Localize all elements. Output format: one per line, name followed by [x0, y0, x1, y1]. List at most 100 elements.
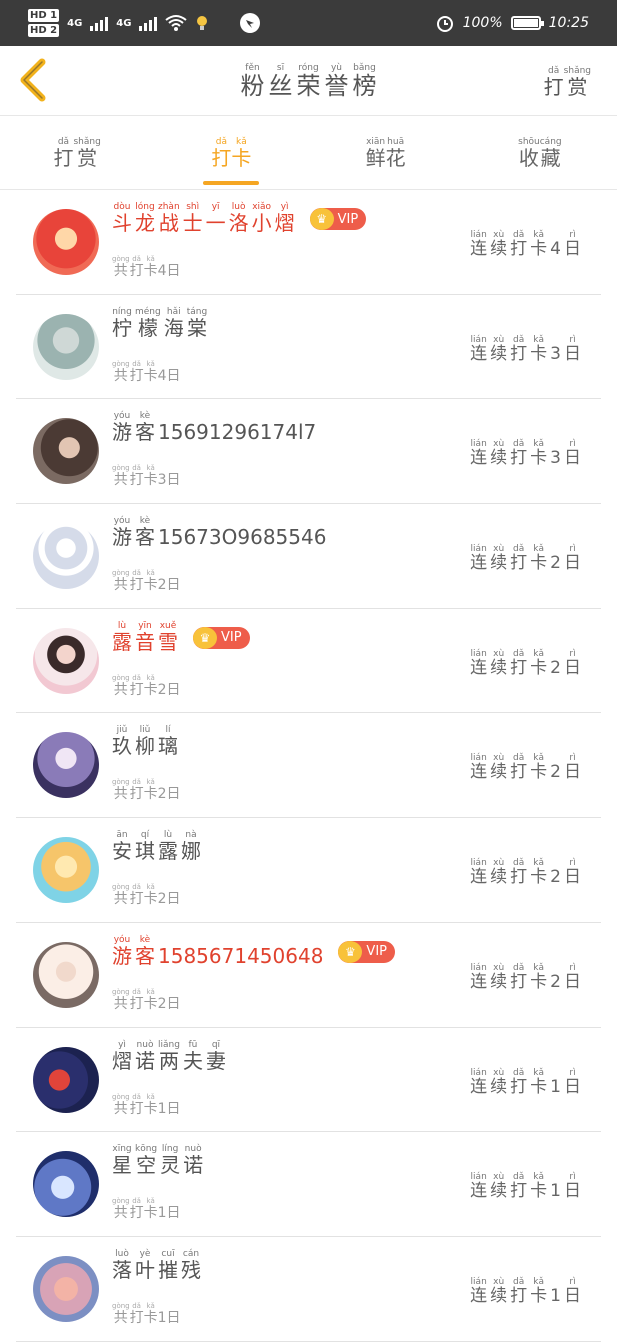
list-item[interactable]: yì 熠 nuò 诺 liǎng 两 fū 夫 qī 妻 gòng 共 dǎ 打 kǎ 卡 1 日 lián 连 x… — [16, 1028, 601, 1133]
user-name: níng 柠 méng 檬 hǎi 海 táng 棠 — [112, 307, 210, 339]
streak-label-char-char: 卡 — [530, 553, 548, 574]
streak-label-char: dǎ 打 — [510, 230, 527, 259]
total-label-char: gòng 共 — [112, 882, 130, 907]
name-char: qī 妻 — [206, 1040, 226, 1072]
total-checkin-count: gòng 共 dǎ 打 kǎ 卡 1 日 — [112, 1293, 181, 1326]
title-char: sī 丝 — [269, 63, 293, 99]
streak-label-char-char: 打 — [510, 971, 528, 992]
streak-label-char: dǎ 打 — [510, 963, 527, 992]
streak-label-char: dǎ 打 — [510, 1068, 527, 1097]
streak-label-char-char: 卡 — [530, 1181, 548, 1202]
list-item[interactable]: jiǔ 玖 liǔ 柳 lí 璃 gòng 共 dǎ 打 kǎ 卡 2 日 lián 连 xù 续 dǎ 打 kǎ 卡… — [16, 713, 601, 819]
avatar[interactable] — [33, 418, 99, 485]
list-item[interactable]: yóu 游 kè 客 15673O9685546 gòng 共 dǎ 打 kǎ 卡 2 日 lián… — [16, 504, 601, 609]
streak-label-char-char: 卡 — [530, 343, 548, 364]
list-item[interactable]: luò 落 yè 叶 cuī 摧 cán 残 gòng 共 dǎ 打 kǎ 卡 1 日 lián 连 xù 续 dǎ… — [16, 1237, 601, 1342]
streak-label-char: lián 连 — [470, 1068, 487, 1097]
avatar[interactable] — [33, 837, 99, 904]
total-label-char: gòng 共 — [112, 359, 130, 384]
streak-label-char: dǎ 打 — [510, 649, 527, 678]
name-char: yóu 游 — [112, 935, 132, 967]
avatar[interactable] — [33, 1255, 99, 1322]
streak-label-char: lián 连 — [470, 1172, 487, 1201]
name-char-char: 柳 — [135, 734, 155, 759]
avatar[interactable] — [33, 1151, 99, 1218]
streak-label-char-char: 续 — [490, 553, 508, 574]
bulb-icon — [197, 16, 208, 30]
name-char-char: 柠 — [112, 315, 132, 340]
avatar[interactable] — [33, 523, 99, 590]
total-days-value: 2 — [157, 995, 167, 1012]
streak-suffix: rì 日 — [564, 230, 581, 259]
total-checkin-count: gòng 共 dǎ 打 kǎ 卡 2 日 — [112, 665, 181, 698]
total-label-char-char: 共 — [113, 1309, 128, 1326]
list-item[interactable]: yóu 游 kè 客 1585671450648 ♛ VIP gòng 共 dǎ 打 kǎ 卡 2 日… — [16, 923, 601, 1028]
streak-checkin: lián 连 xù 续 dǎ 打 kǎ 卡 2 rì 日 — [467, 745, 581, 782]
streak-label-char-char: 连 — [470, 762, 488, 783]
tab-char-char: 鲜 — [365, 145, 386, 170]
streak-label-char: lián 连 — [470, 858, 487, 887]
streak-label-char: lián 连 — [470, 649, 487, 678]
total-label-char: kǎ 卡 — [144, 1301, 158, 1326]
list-item[interactable]: ān 安 qí 琪 lù 露 nà 娜 gòng 共 dǎ 打 kǎ 卡 2 日 lián 连 xù 续 dǎ 打 kǎ… — [16, 818, 601, 923]
tab-label: dǎ 打 kǎ 卡 — [211, 137, 251, 169]
streak-label-char: xù 续 — [490, 1277, 507, 1306]
signal1-bars-icon — [90, 15, 109, 31]
total-checkin-count: gòng 共 dǎ 打 kǎ 卡 3 日 — [112, 455, 181, 488]
streak-suffix: rì 日 — [564, 1068, 581, 1097]
streak-label-char-char: 打 — [510, 1181, 528, 1202]
name-char: líng 灵 — [160, 1144, 180, 1176]
list-item[interactable]: níng 柠 méng 檬 hǎi 海 táng 棠 gòng 共 dǎ 打 kǎ 卡 4 日 lián 连 x… — [16, 295, 601, 400]
streak-label-char-char: 打 — [510, 1285, 528, 1306]
total-label-char-char: 打 — [129, 891, 144, 908]
tab-checkin[interactable]: dǎ 打 kǎ 卡 — [154, 116, 308, 189]
total-label-char: gòng 共 — [112, 673, 130, 698]
reward-header-button[interactable]: dǎ 打 shǎng 赏 — [544, 58, 591, 98]
name-char-char: 摧 — [158, 1257, 178, 1282]
total-label-char: gòng 共 — [112, 777, 130, 802]
hd-indicators: HD 1 HD 2 — [28, 8, 60, 38]
name-char-char: 灵 — [160, 1153, 181, 1178]
name-char: kōng 空 — [135, 1144, 157, 1176]
total-label-char: gòng 共 — [112, 987, 130, 1012]
total-label-char-char: 卡 — [143, 367, 158, 384]
list-item[interactable]: xīng 星 kōng 空 líng 灵 nuò 诺 gòng 共 dǎ 打 kǎ 卡 1 日 lián 连 x… — [16, 1132, 601, 1237]
total-label-char: gòng 共 — [112, 254, 130, 279]
streak-label-char-char: 续 — [490, 448, 508, 469]
streak-label-char-char: 连 — [470, 867, 488, 888]
crown-icon: ♛ — [193, 626, 217, 649]
tab-favorites[interactable]: shōu 收 cáng 藏 — [463, 116, 617, 189]
tab-char-char: 藏 — [540, 145, 561, 170]
streak-suffix-char: 日 — [564, 1285, 581, 1306]
streak-days-value: 3 — [550, 448, 561, 469]
avatar[interactable] — [33, 732, 99, 799]
tab-flowers[interactable]: xiān 鲜 huā 花 — [309, 116, 463, 189]
battery-icon — [510, 16, 544, 30]
total-label-char: kǎ 卡 — [144, 673, 158, 698]
total-days-value: 2 — [157, 577, 167, 594]
avatar[interactable] — [33, 941, 99, 1008]
streak-label-char: dǎ 打 — [510, 335, 527, 364]
name-char: kè 客 — [135, 516, 155, 548]
streak-label-char-char: 连 — [470, 1285, 488, 1306]
avatar[interactable] — [33, 313, 99, 380]
tab-reward[interactable]: dǎ 打 shǎng 赏 — [0, 116, 154, 189]
total-label-char: gòng 共 — [112, 1196, 130, 1221]
name-char-char: 洛 — [228, 211, 249, 235]
avatar[interactable] — [33, 1046, 99, 1113]
streak-label-char: dǎ 打 — [510, 1277, 527, 1306]
avatar[interactable] — [33, 627, 99, 694]
list-item[interactable]: yóu 游 kè 客 15691296174l7 gòng 共 dǎ 打 kǎ 卡 3 日 lián… — [16, 399, 601, 505]
reward-char-char: 赏 — [567, 75, 588, 99]
list-item[interactable]: lù 露 yīn 音 xuě 雪 ♛ VIP gòng 共 dǎ 打 kǎ 卡 2 日 lián 连 xù 续 dǎ… — [16, 609, 601, 714]
streak-label-char-char: 打 — [510, 657, 528, 678]
name-char-char: 诺 — [183, 1153, 204, 1178]
total-label-char-char: 卡 — [143, 995, 158, 1012]
avatar[interactable] — [33, 209, 99, 275]
streak-label-char-char: 打 — [510, 867, 528, 888]
total-days-value: 4 — [157, 263, 167, 279]
list-item[interactable]: dòu 斗 lóng 龙 zhàn 战 shì 士 yī 一 luò 洛 xiǎo 小 yì 熠 ♛ VIP gòn… — [16, 190, 601, 295]
streak-label-char-pinyin: dǎ — [513, 1276, 525, 1287]
vip-badge: ♛ VIP — [193, 626, 250, 649]
streak-days-value: 3 — [550, 343, 561, 364]
